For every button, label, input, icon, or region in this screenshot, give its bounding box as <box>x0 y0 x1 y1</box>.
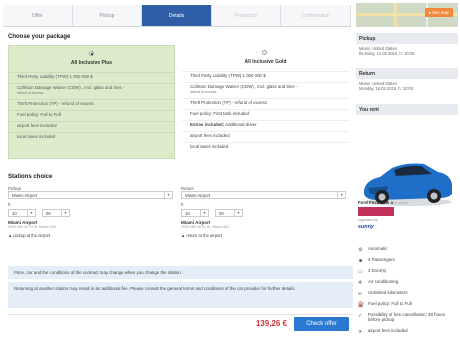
package-feature: local taxes included <box>9 132 174 143</box>
fuel-icon: ⛽ <box>358 302 365 308</box>
car-name: Ford Focus ais a or similar <box>358 200 409 205</box>
car-feature-list: ⚙ Automatic ☻ 4 Passengers ▭ 4 Door(s) ❄ Air… <box>358 246 458 340</box>
package-feature: Third Party Liability (TPW) 1 000 000 $ <box>182 71 349 82</box>
check-offer-button[interactable]: Check offer <box>294 317 349 331</box>
chevron-down-icon: ▾ <box>164 192 172 198</box>
step-tabs: Offer Pickup Details Protection Confirma… <box>3 5 351 27</box>
pickup-column: Pickup Miami Airport ▾ h 10 ▾ 00 ▾ Miami Ai… <box>8 186 173 238</box>
stations-title: Stations choice <box>8 174 53 180</box>
chevron-down-icon: ▾ <box>27 210 35 216</box>
package-list: All Inclusive Plus Third Party Liability… <box>8 45 353 165</box>
chevron-down-icon: ▾ <box>200 210 208 216</box>
list-item: ✈ airport fees included <box>358 328 408 335</box>
map-thumbnail[interactable]: ● See map <box>356 3 458 27</box>
package-feature: Theft Protection (TP) - refund of excess <box>9 99 174 110</box>
package-name: All Inclusive Gold <box>244 59 287 65</box>
chevron-down-icon: ▾ <box>234 210 242 216</box>
door-icon: ▭ <box>358 269 363 275</box>
chevron-down-icon: ▾ <box>61 210 69 216</box>
pickup-location-link[interactable]: ▲ pickup at the airport <box>8 233 173 238</box>
check-icon: ✓ <box>358 313 363 319</box>
sidebar-rent: You rent <box>356 104 458 115</box>
organized-by-label: organized by <box>358 218 378 222</box>
package-section: Choose your package All Inclusive Plus T… <box>8 34 353 159</box>
booking-page: Offer Pickup Details Protection Confirma… <box>0 0 460 342</box>
return-minute-select[interactable]: 00 ▾ <box>215 209 243 217</box>
tab-details[interactable]: Details <box>142 5 212 26</box>
package-radio-plus[interactable] <box>89 51 94 56</box>
package-card-gold[interactable]: All Inclusive Gold Third Party Liability… <box>182 45 349 159</box>
chevron-down-icon: ▾ <box>337 192 345 198</box>
sidebar-return-heading: Return <box>356 68 458 79</box>
package-feature: Theft Protection (TP) - refund of excess <box>182 98 349 109</box>
pickup-hour-select[interactable]: 10 ▾ <box>8 209 36 217</box>
package-feature: Collision Damage Waiver (CDW) , incl. gl… <box>9 83 174 99</box>
package-name: All Inclusive Plus <box>70 60 113 66</box>
sunny-logo: sunny <box>358 224 374 230</box>
infinity-icon: ∞ <box>358 291 362 297</box>
tab-pickup[interactable]: Pickup <box>72 5 143 26</box>
package-feature: Fuel policy: Full to Full <box>9 110 174 121</box>
sidebar-return-details: Miami, United States Monday, 16.02.2015, … <box>359 81 414 91</box>
package-feature: Fuel policy: First tank included <box>182 109 349 120</box>
package-card-plus[interactable]: All Inclusive Plus Third Party Liability… <box>8 45 175 159</box>
sidebar-return: Return Miami, United States Monday, 16.02… <box>356 68 458 93</box>
sidebar-pickup-heading: Pickup <box>356 33 458 44</box>
package-feature: Extras included: Additional driver <box>182 120 349 131</box>
sidebar-rent-heading: You rent <box>356 104 458 115</box>
package-radio-gold[interactable] <box>262 50 267 55</box>
gear-icon: ⚙ <box>358 247 363 253</box>
package-feature: airport fees included <box>9 121 174 132</box>
return-column: Return Miami Airport ▾ h 10 ▾ 00 ▾ Miami Ai… <box>181 186 346 238</box>
person-icon: ☻ <box>358 258 364 264</box>
package-feature: airport fees included <box>182 131 349 142</box>
return-location-link[interactable]: ▲ return at the airport <box>181 233 346 238</box>
plane-icon: ✈ <box>358 329 363 335</box>
pickup-station-select[interactable]: Miami Airport ▾ <box>8 191 173 199</box>
sidebar-pickup-details: Miami, United States thursday, 12.02.2015… <box>359 46 415 56</box>
price-bar: 139,26 € Check offer <box>8 314 353 331</box>
return-station-address: 2000 NW 42TH St, Miami 400 <box>181 225 229 229</box>
total-price: 139,26 € <box>255 319 287 328</box>
tab-confirmation[interactable]: Confirmation <box>281 5 351 26</box>
package-feature: local taxes included <box>182 142 349 153</box>
provider-logo <box>358 207 394 216</box>
return-time-label: h <box>181 202 184 207</box>
snowflake-icon: ❄ <box>358 280 363 286</box>
list-item: ✓ Possibility of free cancellation: 48 ho… <box>358 312 446 322</box>
tab-protection[interactable]: Protection <box>211 5 282 26</box>
tab-offer[interactable]: Offer <box>3 5 73 26</box>
sidebar-pickup: Pickup Miami, United States thursday, 12.… <box>356 33 458 58</box>
see-map-button[interactable]: ● See map <box>424 8 453 17</box>
pickup-station-address: 2000 NW 42TH St, Miami 400 <box>8 225 56 229</box>
return-hour-select[interactable]: 10 ▾ <box>181 209 209 217</box>
package-section-title: Choose your package <box>8 34 71 40</box>
package-feature: Third Party Liability (TPW) 1 000 000 $ <box>9 72 174 83</box>
stations-section: Stations choice Pickup Miami Airport ▾ h … <box>8 174 353 238</box>
return-station-select[interactable]: Miami Airport ▾ <box>181 191 346 199</box>
pickup-time-label: h <box>8 202 11 207</box>
package-feature: Collision Damage Waiver (CDW) , incl. gl… <box>182 82 349 98</box>
station-change-notice: Price, car and the conditions of the con… <box>8 266 353 279</box>
return-fee-notice: Returning at another station may result … <box>8 282 353 308</box>
pickup-minute-select[interactable]: 00 ▾ <box>42 209 70 217</box>
